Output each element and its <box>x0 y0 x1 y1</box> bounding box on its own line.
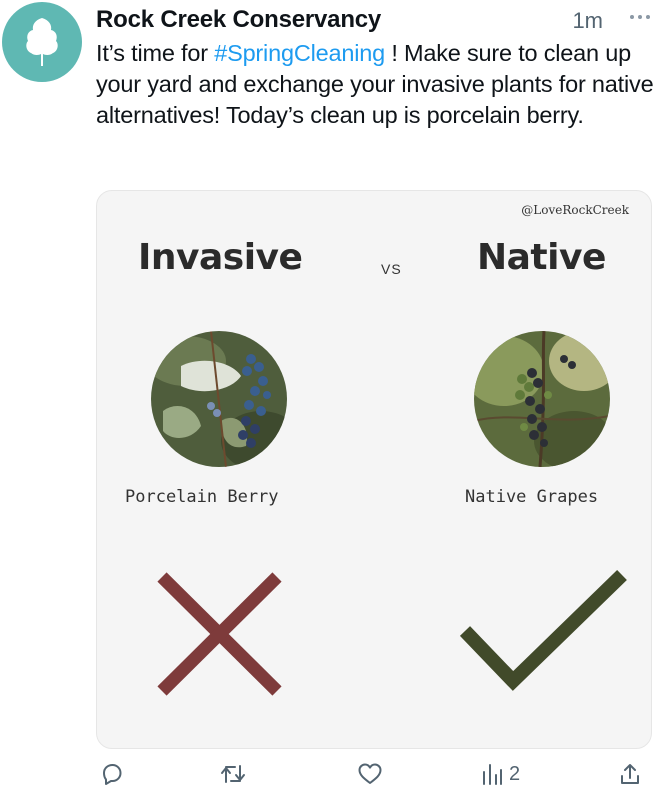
share-icon <box>621 764 639 784</box>
hashtag-link[interactable]: #SpringCleaning <box>214 40 385 66</box>
reply-button[interactable] <box>100 762 130 786</box>
reply-icon <box>103 764 122 785</box>
views-icon <box>483 764 502 785</box>
native-heading: Native <box>477 237 606 278</box>
check-icon <box>459 569 627 691</box>
avatar[interactable] <box>2 2 82 82</box>
native-grapes-caption: Native Grapes <box>465 487 599 507</box>
porcelain-berry-photo <box>151 331 287 467</box>
media-image[interactable]: @LoveRockCreek Invasive VS Native Porcel… <box>96 190 652 749</box>
cross-icon <box>157 572 282 696</box>
invasive-heading: Invasive <box>138 237 303 278</box>
tweet-header: Rock Creek Conservancy 1m <box>96 4 655 34</box>
like-button[interactable] <box>357 762 389 786</box>
author-name[interactable]: Rock Creek Conservancy <box>96 6 381 34</box>
tweet-text: It’s time for #SpringCleaning ! Make sur… <box>96 38 656 131</box>
timestamp[interactable]: 1m <box>572 8 603 34</box>
tweet-text-start: It’s time for <box>96 40 215 66</box>
vs-label: VS <box>381 261 402 277</box>
card-handle: @LoveRockCreek <box>521 203 629 217</box>
repost-button[interactable] <box>220 762 252 786</box>
heart-icon <box>358 763 382 784</box>
action-bar: 2 <box>96 760 659 790</box>
tree-icon <box>26 18 58 66</box>
native-grapes-photo <box>474 331 610 467</box>
porcelain-berry-caption: Porcelain Berry <box>125 487 279 507</box>
share-button[interactable] <box>618 762 648 786</box>
views-count: 2 <box>509 762 521 785</box>
more-options-icon[interactable] <box>625 4 655 30</box>
views-button[interactable]: 2 <box>481 762 520 786</box>
repost-icon <box>221 765 245 783</box>
